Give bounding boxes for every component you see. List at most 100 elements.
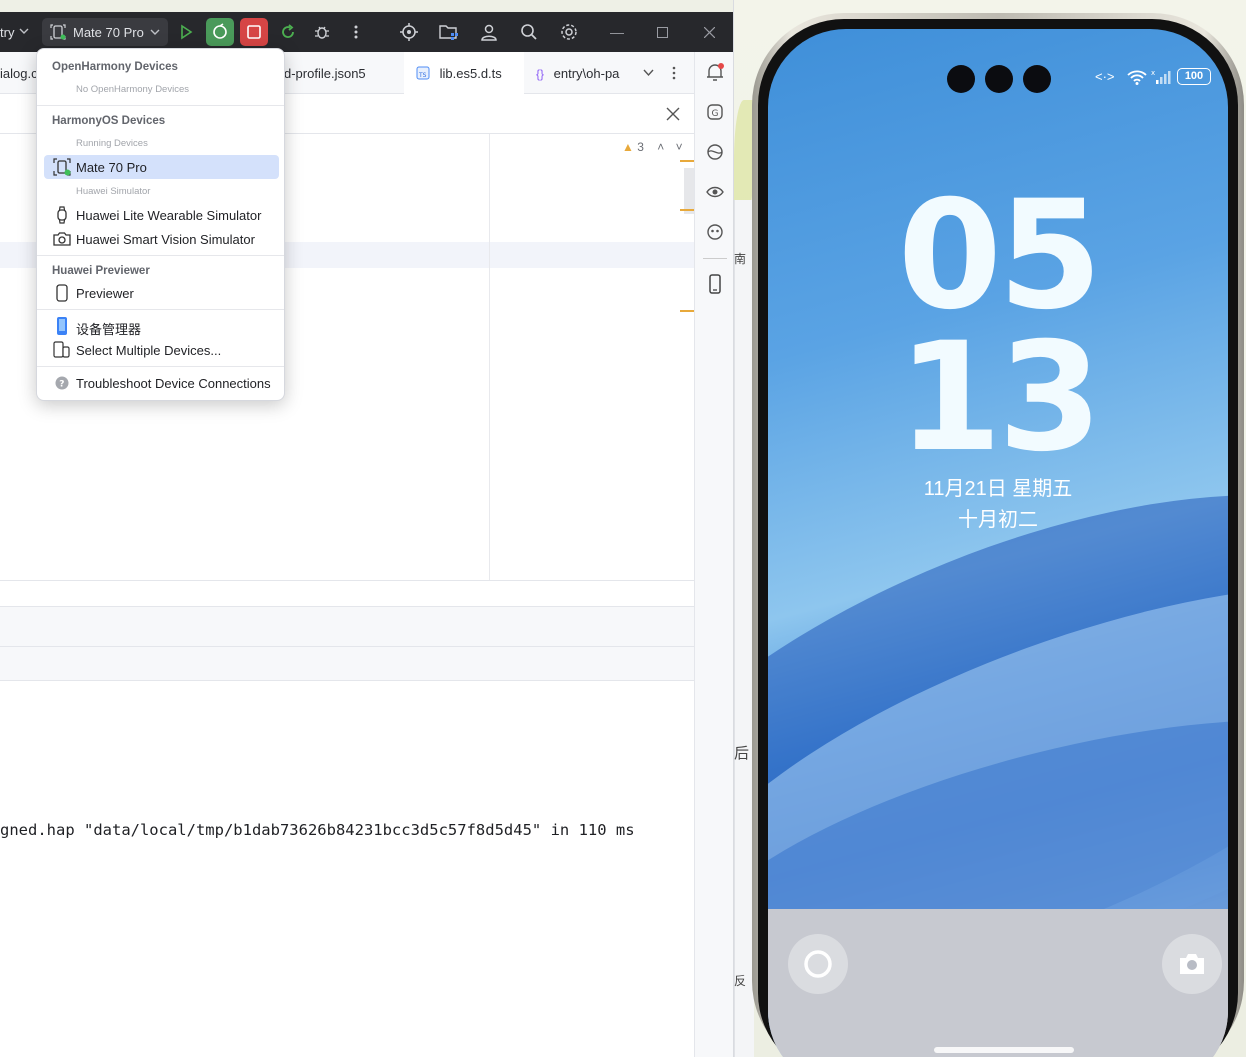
chevron-up-icon[interactable]: ˄ [657,140,664,154]
more-vertical-icon [354,25,358,39]
close-icon[interactable] [666,107,680,121]
refresh-icon [282,24,294,38]
phone-emulator-frame: <·> x 100 05 13 11月21日 星期五 十月初二 [752,13,1244,1057]
phone-lock-screen[interactable]: <·> x 100 05 13 11月21日 星期五 十月初二 [768,29,1228,1057]
project-structure-button[interactable] [435,18,463,46]
module-selector[interactable]: try [0,25,14,40]
menu-item-label: 设备管理器 [76,322,142,337]
warning-indicator[interactable]: ▲ 3 ˄ ˅ [622,140,683,154]
settings-button[interactable] [555,18,583,46]
home-indicator[interactable] [934,1047,1074,1053]
device-selector[interactable]: Mate 70 Pro [42,18,168,46]
search-button[interactable] [515,18,543,46]
maximize-icon[interactable] [657,27,668,38]
scroll-marker [680,160,694,162]
apply-changes-button[interactable] [206,18,234,46]
front-camera [947,65,975,93]
stop-button[interactable] [240,18,268,46]
wifi-icon [1127,70,1147,85]
editor-tab[interactable]: d-profile.json5 [284,52,400,94]
device-tools-button[interactable] [395,18,423,46]
svg-text:x: x [1151,69,1155,77]
menu-item-label: Huawei Smart Vision Simulator [76,232,255,247]
more-vertical-icon[interactable] [672,66,676,80]
json-file-icon: {} [536,67,545,81]
menu-item-label: Mate 70 Pro [76,160,147,175]
menu-item-label: Huawei Lite Wearable Simulator [76,208,262,223]
scrollbar-thumb[interactable] [684,168,694,214]
circle-icon [804,950,832,978]
tool-panel-header [0,606,694,646]
menu-separator [37,366,284,367]
svg-text:?: ? [59,380,64,390]
watch-icon [57,206,67,224]
menu-item-label: Previewer [76,286,134,301]
menu-item-wearable-simulator[interactable]: Huawei Lite Wearable Simulator [44,203,279,227]
reload-debug-icon [213,23,227,39]
menu-item-vision-simulator[interactable]: Huawei Smart Vision Simulator [44,227,279,251]
main-toolbar: try Mate 70 Pro — [0,12,733,52]
typescript-file-icon: TS [416,66,430,80]
editor-margin-line [489,134,490,580]
menu-item-device-manager[interactable]: 设备管理器 [44,314,279,338]
help-icon: ? [55,376,69,390]
svg-text:G: G [712,109,719,119]
scroll-marker [680,209,694,211]
target-icon [400,23,418,41]
group-label-running: Running Devices [76,138,148,149]
editor-tab-active[interactable]: TS lib.es5.d.ts [404,52,524,94]
background-window-text: 后 [734,745,750,762]
debug-button[interactable] [308,18,336,46]
desktop-gap [0,0,733,12]
tab-label: ialog.c [0,66,38,81]
run-button[interactable] [172,18,200,46]
menu-item-troubleshoot[interactable]: ? Troubleshoot Device Connections [44,371,279,395]
globe-icon[interactable] [705,142,725,162]
menu-item-mate-70-pro[interactable]: Mate 70 Pro [44,155,279,179]
account-button[interactable] [475,18,503,46]
battery-indicator: 100 [1177,68,1211,85]
signal-icon: x [1151,69,1171,84]
lockscreen-camera-shortcut[interactable] [1162,934,1222,994]
group-label-simulator: Huawei Simulator [76,186,151,197]
assistant-icon[interactable] [705,222,725,242]
panel-divider [0,580,694,606]
menu-separator [37,309,284,310]
editor-tab[interactable]: {} entry\oh-pa [536,52,636,94]
chevron-down-icon [150,29,160,35]
phone-device-icon [50,24,66,40]
camera-icon [1180,954,1204,974]
folder-grid-icon [439,25,458,40]
menu-item-select-multiple[interactable]: Select Multiple Devices... [44,338,279,362]
right-tool-rail: G [694,52,733,1057]
minimize-button[interactable]: — [610,24,624,40]
editor-tab[interactable]: ialog.c [0,52,40,94]
section-header-openharmony: OpenHarmony Devices [52,61,178,73]
play-icon [181,24,193,40]
tab-label: entry\oh-pa [553,66,620,81]
menu-item-previewer[interactable]: Previewer [44,281,279,305]
search-icon [521,24,537,40]
menu-item-label: Select Multiple Devices... [76,343,222,358]
dev-mode-icon: <·> [1095,69,1115,84]
background-window-edge [734,200,754,1057]
device-dropdown: OpenHarmony Devices No OpenHarmony Devic… [36,48,285,401]
more-actions-button[interactable] [342,18,370,46]
eye-icon[interactable] [705,182,725,202]
notifications-icon[interactable] [705,62,725,82]
gear-icon [561,24,577,40]
front-camera [985,65,1013,93]
menu-separator [37,255,284,256]
lockscreen-shortcut-left[interactable] [788,934,848,994]
lockscreen-minute: 13 [897,311,1103,485]
chevron-down-icon[interactable]: ˅ [676,140,683,154]
device-mirror-icon[interactable] [705,274,725,294]
rerun-button[interactable] [274,18,302,46]
camera-icon [53,232,71,246]
menu-item-label: Troubleshoot Device Connections [76,376,271,391]
tab-label: d-profile.json5 [284,66,366,81]
phone-bezel: <·> x 100 05 13 11月21日 星期五 十月初二 [758,19,1238,1057]
chevron-down-icon[interactable] [643,69,654,77]
close-window-icon[interactable] [704,27,715,38]
codegenie-icon[interactable]: G [705,102,725,122]
